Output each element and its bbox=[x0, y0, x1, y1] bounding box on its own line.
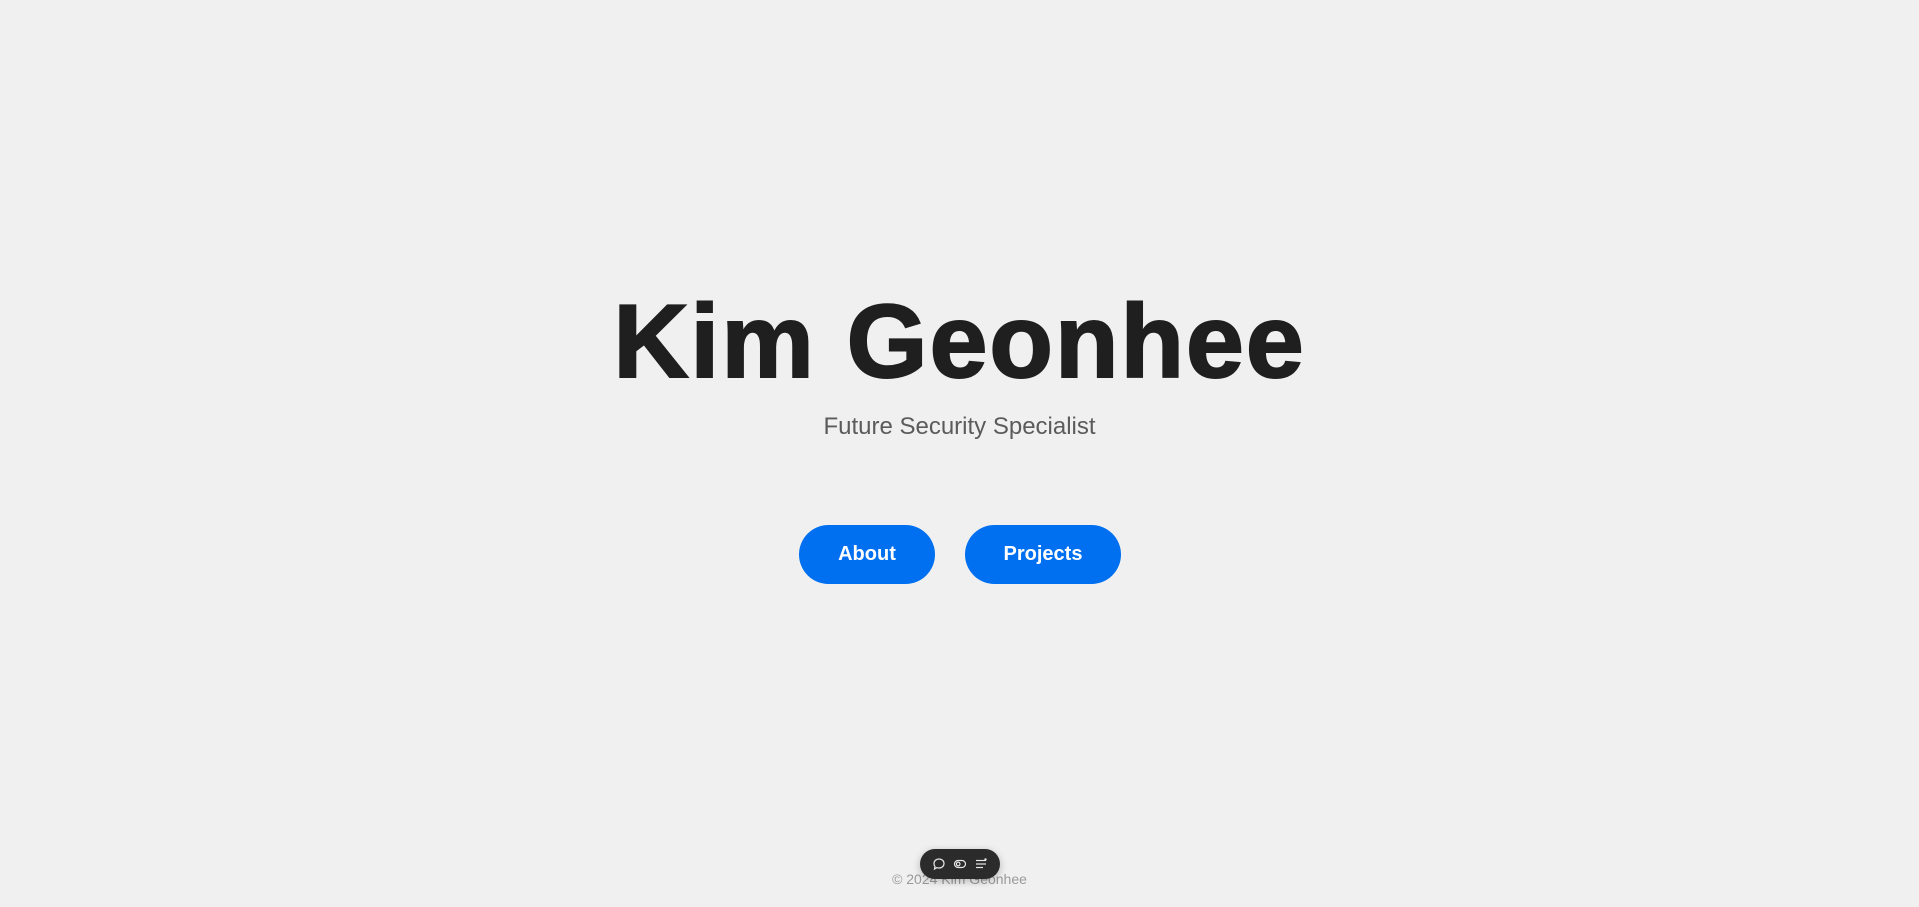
page-subtitle: Future Security Specialist bbox=[823, 413, 1096, 440]
page-title: Kim Geonhee bbox=[612, 283, 1306, 401]
menu-list-icon[interactable] bbox=[973, 856, 989, 872]
nav-buttons: About Projects bbox=[799, 525, 1121, 584]
projects-button[interactable]: Projects bbox=[965, 525, 1121, 584]
comment-icon[interactable] bbox=[931, 856, 947, 872]
toggle-icon[interactable] bbox=[952, 856, 968, 872]
about-button[interactable]: About bbox=[799, 525, 935, 584]
floating-toolbar bbox=[920, 849, 1000, 879]
